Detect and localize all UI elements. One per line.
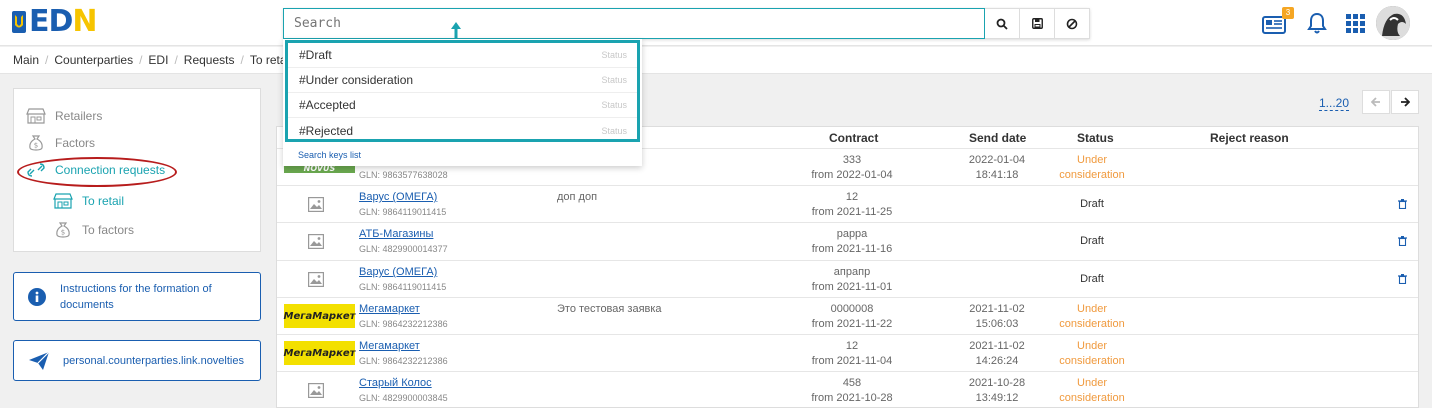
money-bag-icon: $ bbox=[29, 135, 43, 151]
search-keys-dropdown: #Draft Status #Under consideration Status … bbox=[283, 39, 642, 166]
retailer-logo: МегаМаркет bbox=[284, 341, 355, 365]
annotation-circle bbox=[17, 157, 177, 187]
table-row[interactable]: АТБ-Магазины GLN: 4829900014377 рарра fr… bbox=[277, 222, 1418, 260]
trash-icon[interactable] bbox=[1398, 274, 1407, 284]
status-badge: Draft bbox=[1080, 273, 1104, 285]
clear-search-button[interactable] bbox=[1055, 8, 1090, 39]
search-key-draft[interactable]: #Draft Status bbox=[288, 43, 637, 68]
breadcrumb-requests[interactable]: Requests bbox=[184, 53, 235, 67]
prev-page-button[interactable] bbox=[1362, 90, 1390, 114]
search-keys-highlight: #Draft Status #Under consideration Status … bbox=[285, 40, 640, 142]
status-badge: Under bbox=[1077, 303, 1107, 315]
retailer-link[interactable]: АТБ-Магазины bbox=[359, 228, 433, 240]
status-badge: Under bbox=[1077, 377, 1107, 389]
breadcrumb-main[interactable]: Main bbox=[13, 53, 39, 67]
requests-table: Contract Send date Status Reject reason … bbox=[276, 126, 1419, 408]
column-header-contract[interactable]: Contract bbox=[829, 131, 878, 145]
logo[interactable]: EDN bbox=[12, 4, 98, 39]
store-icon bbox=[53, 193, 73, 209]
arrow-right-icon bbox=[1401, 97, 1410, 107]
retailer-link[interactable]: Мегамаркет bbox=[359, 303, 420, 315]
search-keys-list-link[interactable]: Search keys list bbox=[298, 150, 361, 160]
image-placeholder-icon bbox=[308, 234, 324, 249]
search-key-rejected[interactable]: #Rejected Status bbox=[288, 118, 637, 143]
store-icon bbox=[26, 108, 46, 124]
trident-icon bbox=[12, 11, 26, 33]
arrow-left-icon bbox=[1371, 97, 1380, 107]
money-bag-icon: $ bbox=[56, 222, 70, 238]
info-icon bbox=[28, 287, 46, 306]
search-icon bbox=[996, 18, 1008, 30]
sidebar-item-retailers[interactable]: Retailers bbox=[26, 108, 102, 124]
page-range[interactable]: 1...20 bbox=[1319, 96, 1350, 111]
bell-icon[interactable] bbox=[1307, 12, 1327, 34]
retailer-link[interactable]: Мегамаркет bbox=[359, 340, 420, 352]
breadcrumb-edi[interactable]: EDI bbox=[148, 53, 168, 67]
instructions-text: Instructions for the formation of docume… bbox=[60, 282, 212, 311]
breadcrumb: Main / Counterparties / EDI / Requests / To … bbox=[0, 47, 1432, 74]
breadcrumb-counterparties[interactable]: Counterparties bbox=[54, 53, 133, 67]
svg-text:$: $ bbox=[61, 229, 65, 237]
column-header-status[interactable]: Status bbox=[1077, 131, 1114, 145]
trash-icon[interactable] bbox=[1398, 236, 1407, 246]
notification-badge: 3 bbox=[1282, 7, 1294, 19]
image-placeholder-icon bbox=[308, 197, 324, 212]
table-row[interactable]: Варус (ОМЕГА) GLN: 9864119011415 доп доп… bbox=[277, 185, 1418, 222]
sidebar-item-to-factors[interactable]: $ To factors bbox=[53, 222, 134, 238]
status-badge: Draft bbox=[1080, 198, 1104, 210]
save-search-button[interactable] bbox=[1020, 8, 1056, 39]
top-icons: 3 bbox=[1262, 6, 1410, 40]
arrow-up-icon bbox=[451, 22, 461, 40]
image-placeholder-icon bbox=[308, 272, 324, 287]
retailer-link[interactable]: Старый Колос bbox=[359, 377, 432, 389]
avatar[interactable] bbox=[1376, 6, 1410, 40]
top-bar: EDN 3 bbox=[0, 0, 1432, 46]
image-placeholder-icon bbox=[308, 383, 324, 398]
column-header-send-date[interactable]: Send date bbox=[969, 131, 1026, 145]
floppy-disk-icon bbox=[1031, 18, 1043, 29]
paper-plane-icon bbox=[29, 351, 50, 370]
table-row[interactable]: МегаМаркет Мегамаркет GLN: 9864232212386… bbox=[277, 334, 1418, 371]
novelties-text: personal.counterparties.link.novelties bbox=[63, 354, 244, 367]
search-key-accepted[interactable]: #Accepted Status bbox=[288, 93, 637, 118]
table-row[interactable]: Варус (ОМЕГА) GLN: 9864119011415 апрапр … bbox=[277, 260, 1418, 297]
novelties-link[interactable]: personal.counterparties.link.novelties bbox=[13, 340, 261, 381]
search-key-under-consideration[interactable]: #Under consideration Status bbox=[288, 68, 637, 93]
next-page-button[interactable] bbox=[1391, 90, 1419, 114]
status-badge: Under bbox=[1077, 340, 1107, 352]
sidebar-item-to-retail[interactable]: To retail bbox=[53, 193, 124, 209]
apps-grid-icon[interactable] bbox=[1346, 13, 1366, 33]
svg-text:$: $ bbox=[34, 142, 38, 150]
retailer-logo: МегаМаркет bbox=[284, 304, 355, 328]
avatar-image-icon bbox=[1376, 6, 1410, 40]
logo-text: EDN bbox=[29, 4, 98, 39]
column-header-reject-reason: Reject reason bbox=[1210, 131, 1289, 145]
instructions-link[interactable]: Instructions for the formation of docume… bbox=[13, 272, 261, 321]
status-badge: Draft bbox=[1080, 235, 1104, 247]
trash-icon[interactable] bbox=[1398, 199, 1407, 209]
table-row[interactable]: МегаМаркет Мегамаркет GLN: 9864232212386… bbox=[277, 297, 1418, 334]
search-bar bbox=[283, 8, 1090, 39]
search-button[interactable] bbox=[985, 8, 1021, 39]
table-row[interactable]: Старый Колос GLN: 4829900003845 458 from… bbox=[277, 371, 1418, 408]
news-button[interactable]: 3 bbox=[1262, 7, 1294, 38]
ban-icon bbox=[1066, 18, 1078, 29]
retailer-link[interactable]: Варус (ОМЕГА) bbox=[359, 191, 437, 203]
status-badge: Under bbox=[1077, 154, 1107, 166]
sidebar: Retailers $ Factors Connection requests … bbox=[13, 88, 261, 252]
sidebar-item-factors[interactable]: $ Factors bbox=[26, 135, 95, 151]
search-input[interactable] bbox=[283, 8, 986, 39]
retailer-link[interactable]: Варус (ОМЕГА) bbox=[359, 266, 437, 278]
